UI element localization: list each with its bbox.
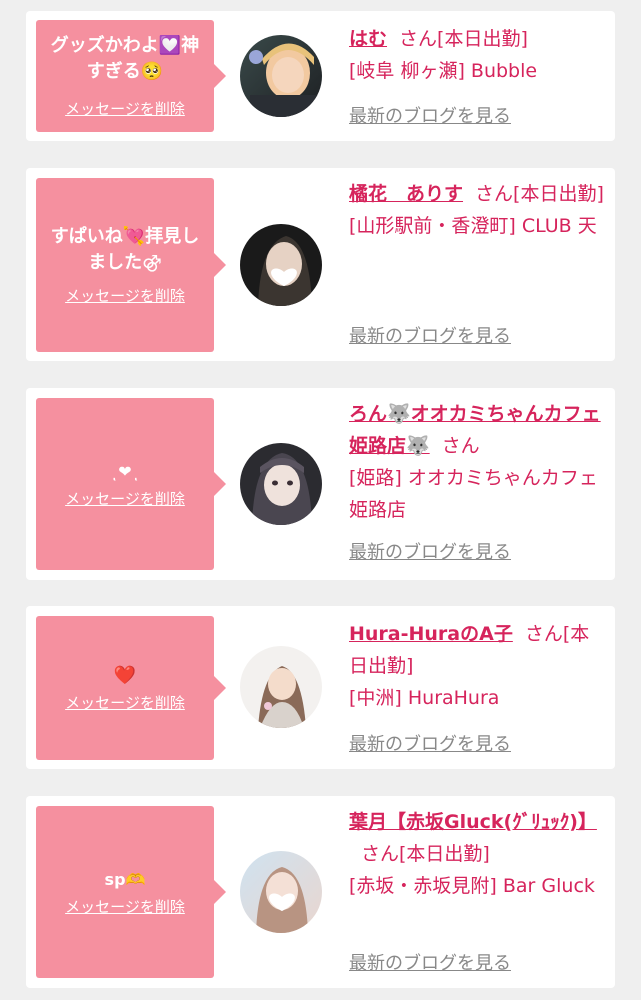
message-bubble: グッズかわよ💟神すぎる🥺 メッセージを削除 [36, 20, 226, 132]
sender-name-link[interactable]: Hura-HuraのA子 [349, 623, 513, 645]
message-card: すぱいね💘拝見しました⚣ メッセージを削除 橘花 ありす さん[本日出勤] [山形… [26, 168, 615, 361]
message-bubble: すぱいね💘拝見しました⚣ メッセージを削除 [36, 178, 226, 352]
message-text: ͺ❤ͺ [110, 462, 140, 481]
honorific: さん [524, 623, 563, 645]
sender-name-link[interactable]: 葉月【赤坂Gluck(ｸﾞﾘｭｯｸ)】 [349, 811, 597, 833]
shop-info: [姫路] オオカミちゃんカフェ姫路店 [349, 467, 598, 521]
message-card: グッズかわよ💟神すぎる🥺 メッセージを削除 はむ さん[本日出勤] [岐阜 柳ヶ瀬… [26, 11, 615, 141]
avatar[interactable] [240, 646, 322, 728]
sender-info: ろん🐺オオカミちゃんカフェ姫路店🐺 さん [姫路] オオカミちゃんカフェ姫路店 [349, 398, 607, 526]
avatar[interactable] [240, 224, 322, 306]
work-status: [本日出勤] [513, 183, 604, 205]
message-bubble: sp🫶 メッセージを削除 [36, 806, 226, 978]
shop-info: [岐阜 柳ヶ瀬] Bubble [349, 60, 538, 82]
honorific: さん [475, 183, 514, 205]
message-bubble: ͺ❤ͺ メッセージを削除 [36, 398, 226, 570]
honorific: さん [399, 28, 438, 50]
message-card: ͺ❤ͺ メッセージを削除 ろん🐺オオカミちゃんカフェ姫路店🐺 さん [姫路] オオ… [26, 388, 615, 580]
message-text: ❤️ [113, 665, 137, 686]
message-text: すぱいね💘拝見しました⚣ [50, 226, 200, 273]
delete-message-link[interactable]: メッセージを削除 [65, 489, 185, 509]
avatar[interactable] [240, 35, 322, 117]
avatar[interactable] [240, 443, 322, 525]
message-card: ❤️ メッセージを削除 Hura-HuraのA子 さん[本日出勤] [中洲] Hu… [26, 606, 615, 769]
delete-message-link[interactable]: メッセージを削除 [65, 99, 185, 119]
delete-message-link[interactable]: メッセージを削除 [65, 286, 185, 306]
message-text: グッズかわよ💟神すぎる🥺 [50, 35, 200, 82]
message-bubble: ❤️ メッセージを削除 [36, 616, 226, 760]
work-status: [本日出勤] [437, 28, 528, 50]
delete-message-link[interactable]: メッセージを削除 [65, 897, 185, 917]
shop-info: [赤坂・赤坂見附] Bar Gluck [349, 875, 595, 897]
latest-blog-link[interactable]: 最新のブログを見る [349, 105, 511, 129]
message-text: sp🫶 [104, 870, 146, 889]
latest-blog-link[interactable]: 最新のブログを見る [349, 952, 511, 976]
honorific: さん [361, 843, 400, 865]
honorific: さん [441, 435, 480, 457]
sender-name-link[interactable]: はむ [349, 28, 387, 50]
message-card: sp🫶 メッセージを削除 葉月【赤坂Gluck(ｸﾞﾘｭｯｸ)】さん[本日出勤]… [26, 796, 615, 988]
sender-info: 葉月【赤坂Gluck(ｸﾞﾘｭｯｸ)】さん[本日出勤] [赤坂・赤坂見附] Ba… [349, 806, 607, 902]
latest-blog-link[interactable]: 最新のブログを見る [349, 325, 511, 349]
sender-info: 橘花 ありす さん[本日出勤] [山形駅前・香澄町] CLUB 天 [349, 178, 607, 242]
sender-name-link[interactable]: 橘花 ありす [349, 183, 463, 205]
work-status: [本日出勤] [399, 843, 490, 865]
shop-info: [中洲] HuraHura [349, 687, 500, 709]
latest-blog-link[interactable]: 最新のブログを見る [349, 541, 511, 565]
latest-blog-link[interactable]: 最新のブログを見る [349, 733, 511, 757]
shop-info: [山形駅前・香澄町] CLUB 天 [349, 215, 597, 237]
avatar[interactable] [240, 851, 322, 933]
message-list: グッズかわよ💟神すぎる🥺 メッセージを削除 はむ さん[本日出勤] [岐阜 柳ヶ瀬… [0, 0, 641, 1000]
sender-info: はむ さん[本日出勤] [岐阜 柳ヶ瀬] Bubble [349, 23, 607, 87]
sender-info: Hura-HuraのA子 さん[本日出勤] [中洲] HuraHura [349, 618, 607, 714]
delete-message-link[interactable]: メッセージを削除 [65, 693, 185, 713]
